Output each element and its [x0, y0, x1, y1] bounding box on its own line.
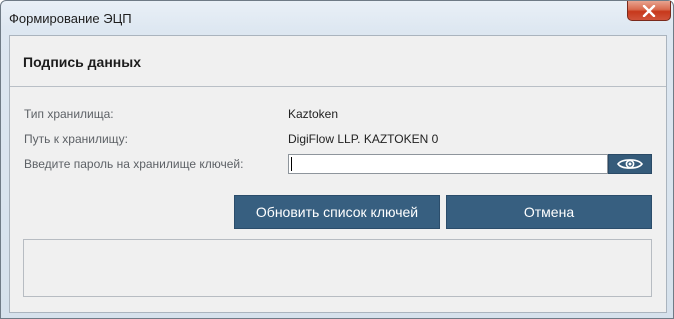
close-button[interactable] — [627, 1, 671, 21]
password-label: Введите пароль на хранилище ключей: — [24, 157, 244, 171]
text-caret — [291, 157, 292, 171]
show-password-button[interactable] — [608, 154, 652, 174]
window-title: Формирование ЭЦП — [9, 11, 132, 26]
storage-path-label: Путь к хранилищу: — [24, 132, 129, 146]
message-area — [23, 239, 652, 297]
eye-icon — [617, 159, 643, 169]
storage-path-value: DigiFlow LLP. KAZTOKEN 0 — [288, 132, 439, 146]
refresh-keys-button[interactable]: Обновить список ключей — [234, 195, 440, 229]
storage-type-value: Kaztoken — [288, 107, 339, 121]
close-icon — [642, 4, 656, 17]
storage-type-label: Тип хранилища: — [24, 107, 114, 121]
dialog-window: Формирование ЭЦП Подпись данных Тип хран… — [0, 0, 674, 319]
page-title: Подпись данных — [23, 54, 141, 70]
cancel-button[interactable]: Отмена — [446, 195, 652, 229]
title-bar[interactable]: Формирование ЭЦП — [1, 1, 673, 35]
dialog-content: Подпись данных Тип хранилища: Kaztoken П… — [9, 35, 667, 313]
header-separator — [10, 86, 666, 87]
password-input[interactable] — [288, 154, 608, 174]
